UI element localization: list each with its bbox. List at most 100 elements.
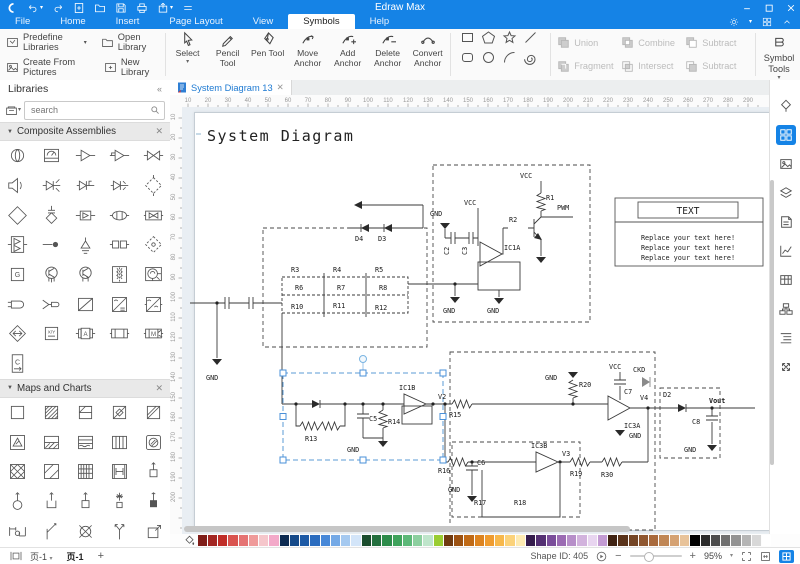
zoom-level[interactable]: 95% xyxy=(704,551,722,561)
palette-swatch[interactable] xyxy=(290,535,299,546)
move-anchor-button[interactable]: Move Anchor xyxy=(288,27,328,82)
palette-swatch[interactable] xyxy=(372,535,381,546)
combine-button-1[interactable]: Combine xyxy=(621,36,685,49)
open-library-button[interactable]: Open Library xyxy=(101,32,157,52)
symbol-area-square[interactable] xyxy=(0,398,34,428)
palette-swatch[interactable] xyxy=(762,535,771,546)
symbol-dashed-diamond-2[interactable] xyxy=(136,230,170,260)
symbol-crossed-diode[interactable] xyxy=(34,171,68,201)
play-button[interactable] xyxy=(596,551,607,562)
palette-swatch[interactable] xyxy=(505,535,514,546)
symbol-transformer[interactable] xyxy=(102,260,136,290)
zoom-out-button[interactable]: − xyxy=(615,551,621,562)
zoom-in-button[interactable]: + xyxy=(690,551,696,562)
palette-swatch[interactable] xyxy=(526,535,535,546)
arrange-panel-button[interactable] xyxy=(776,357,796,377)
subtract-button-5[interactable]: Subtract xyxy=(685,60,749,73)
palette-swatch[interactable] xyxy=(239,535,248,546)
fit-page-icon[interactable] xyxy=(760,551,771,562)
palette-swatch[interactable] xyxy=(351,535,360,546)
menu-home[interactable]: Home xyxy=(45,14,100,29)
palette-swatch[interactable] xyxy=(208,535,217,546)
vertical-scrollbar[interactable] xyxy=(770,180,774,465)
search-input[interactable] xyxy=(29,104,150,116)
create-from-pictures-button[interactable]: Create From Pictures xyxy=(6,57,90,77)
palette-swatch[interactable] xyxy=(701,535,710,546)
symbol-gnd-triangle[interactable] xyxy=(68,230,102,260)
symbol-arrow-box[interactable] xyxy=(136,516,170,546)
canvas-viewport[interactable]: System Diagram TEXT Replace your text he… xyxy=(182,107,770,534)
symbol-speaker-amp[interactable] xyxy=(0,171,34,201)
selection-handles[interactable] xyxy=(280,370,446,463)
symbol-amplifier[interactable] xyxy=(68,141,102,171)
palette-swatch[interactable] xyxy=(259,535,268,546)
palette-swatch[interactable] xyxy=(536,535,545,546)
symbol-diode-amp[interactable] xyxy=(68,171,102,201)
arc-shape-button[interactable] xyxy=(502,50,519,65)
symbol-bowtie-box[interactable] xyxy=(136,200,170,230)
palette-swatch[interactable] xyxy=(567,535,576,546)
symbol-double-cap[interactable] xyxy=(102,200,136,230)
palette-swatch[interactable] xyxy=(639,535,648,546)
symbol-banded-area[interactable] xyxy=(68,427,102,457)
palette-swatch[interactable] xyxy=(598,535,607,546)
zoom-slider-thumb[interactable] xyxy=(644,552,654,562)
palette-swatch[interactable] xyxy=(659,535,668,546)
pencil-tool-button[interactable]: Pencil Tool xyxy=(208,27,248,82)
palette-swatch[interactable] xyxy=(547,535,556,546)
symbol-mast-symbol[interactable] xyxy=(34,516,68,546)
symbol-gate-symbol[interactable] xyxy=(0,516,34,546)
palette-swatch[interactable] xyxy=(721,535,730,546)
document-tab[interactable]: System Diagram 13 ✕ xyxy=(170,80,292,95)
palette-swatch[interactable] xyxy=(731,535,740,546)
delete-anchor-button[interactable]: Delete Anchor xyxy=(368,27,408,82)
symbol-crossed-circle[interactable] xyxy=(68,516,102,546)
predefine-libraries-button[interactable]: Predefine Libraries▾ xyxy=(6,32,87,52)
symbol-flag-area-2[interactable] xyxy=(102,398,136,428)
subtract-button-2[interactable]: Subtract xyxy=(685,36,749,49)
symbol-ammeter-box[interactable]: A xyxy=(68,319,102,349)
palette-swatch[interactable] xyxy=(670,535,679,546)
palette-swatch[interactable] xyxy=(690,535,699,546)
symbol-meter-circle[interactable] xyxy=(0,141,34,171)
symbol-converter-dc-dc[interactable] xyxy=(136,289,170,319)
palette-swatch[interactable] xyxy=(362,535,371,546)
palette-swatch[interactable] xyxy=(608,535,617,546)
fill-color-icon[interactable] xyxy=(183,535,195,547)
symbol-transistor[interactable] xyxy=(34,260,68,290)
symbol-xy-recorder[interactable]: X/Y xyxy=(34,319,68,349)
symbol-transistor-2[interactable] xyxy=(68,260,102,290)
ellipse-shape-button[interactable] xyxy=(481,50,498,65)
convert-anchor-button[interactable]: Convert Anchor xyxy=(408,27,448,82)
symbol-converter-ac-dc[interactable] xyxy=(102,289,136,319)
palette-swatch[interactable] xyxy=(454,535,463,546)
symbol-circle-hatched-area[interactable] xyxy=(136,427,170,457)
spiral-shape-button[interactable] xyxy=(523,50,540,65)
pen-tool-button[interactable]: Pen Tool xyxy=(248,27,288,82)
palette-swatch[interactable] xyxy=(341,535,350,546)
symbol-striped-area[interactable] xyxy=(102,427,136,457)
symbol-diode-amp-2[interactable] xyxy=(102,171,136,201)
palette-swatch[interactable] xyxy=(269,535,278,546)
notes-panel-button[interactable] xyxy=(776,212,796,232)
palette-swatch[interactable] xyxy=(198,535,207,546)
add-anchor-button[interactable]: Add Anchor xyxy=(328,27,368,82)
symbol-boxed-diode[interactable] xyxy=(68,200,102,230)
section-collapse-icon[interactable]: ▼ xyxy=(7,385,13,391)
section-close-icon[interactable]: ✕ xyxy=(155,126,163,137)
search-icon[interactable] xyxy=(150,105,160,115)
symbol-dashed-diamond[interactable] xyxy=(136,171,170,201)
rounded-rectangle-shape-button[interactable] xyxy=(460,50,477,65)
palette-swatch[interactable] xyxy=(444,535,453,546)
section-header-maps-and-charts[interactable]: ▼Maps and Charts✕ xyxy=(0,379,170,398)
symbol-hatched-area[interactable] xyxy=(34,398,68,428)
rectangle-shape-button[interactable] xyxy=(460,30,477,45)
menu-insert[interactable]: Insert xyxy=(101,14,155,29)
symbol-motor-frame[interactable] xyxy=(136,260,170,290)
palette-swatch[interactable] xyxy=(475,535,484,546)
symbol-bowtie[interactable] xyxy=(136,141,170,171)
zoom-caret-icon[interactable]: ▾ xyxy=(730,553,733,559)
display-options-button[interactable] xyxy=(779,550,794,563)
palette-swatch[interactable] xyxy=(588,535,597,546)
intersect-button-4[interactable]: Intersect xyxy=(621,60,685,73)
